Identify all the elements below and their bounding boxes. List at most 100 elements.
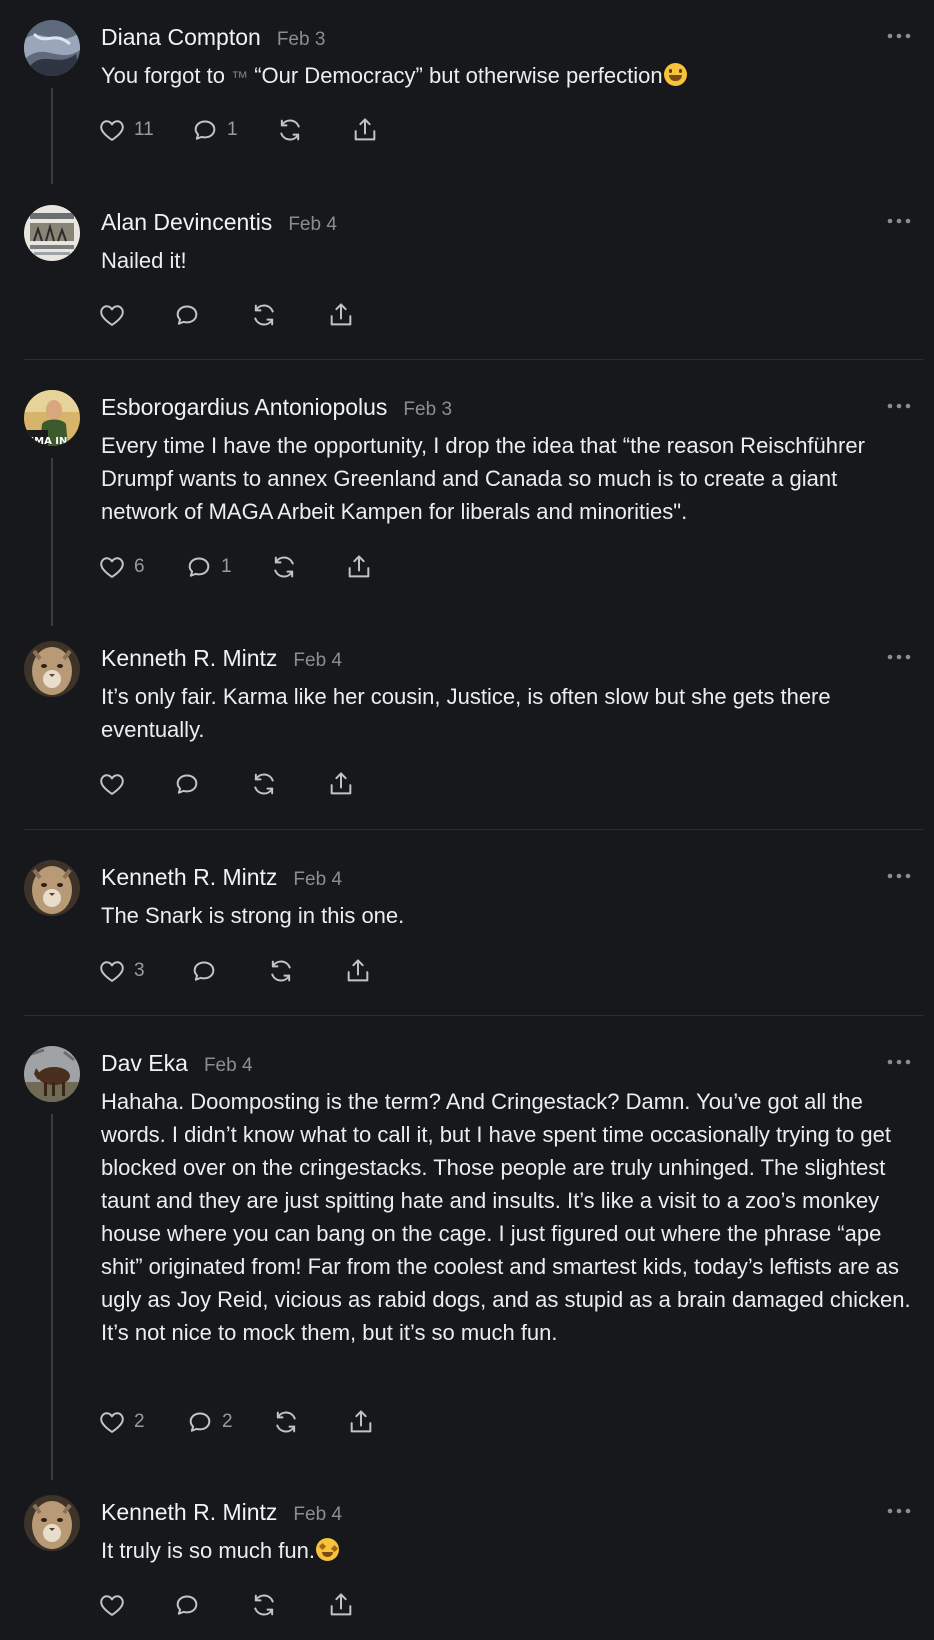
author-name[interactable]: Esborogardius Antoniopolus xyxy=(101,394,387,421)
more-options-icon[interactable] xyxy=(882,862,916,890)
restack-button[interactable] xyxy=(250,1588,278,1622)
reply-button[interactable]: 2 xyxy=(186,1405,233,1439)
comment-date[interactable]: Feb 3 xyxy=(403,399,452,421)
share-icon xyxy=(351,116,379,144)
comment-icon xyxy=(173,770,201,798)
restack-button[interactable] xyxy=(270,550,298,584)
avatar[interactable] xyxy=(24,641,80,697)
comment-text-part: “Our Democracy” but otherwise perfection xyxy=(248,63,663,88)
comment-text: It’s only fair. Karma like her cousin, J… xyxy=(101,684,831,742)
share-button[interactable] xyxy=(351,113,379,147)
restack-button[interactable] xyxy=(272,1405,300,1439)
comment-date[interactable]: Feb 3 xyxy=(277,29,326,51)
share-icon xyxy=(327,301,355,329)
comment-text-part: It truly is so much fun. xyxy=(101,1538,315,1563)
comment-icon xyxy=(186,1408,214,1436)
share-icon xyxy=(345,553,373,581)
restack-button[interactable] xyxy=(267,954,295,988)
thread-line xyxy=(51,88,53,184)
heart-icon xyxy=(98,770,126,798)
restack-button[interactable] xyxy=(250,767,278,801)
star-struck-emoji-icon xyxy=(315,1538,339,1561)
author-name[interactable]: Kenneth R. Mintz xyxy=(101,645,277,672)
like-button[interactable]: 6 xyxy=(98,550,145,584)
comment-text: Every time I have the opportunity, I dro… xyxy=(101,433,865,524)
author-name[interactable]: Dav Eka xyxy=(101,1050,188,1077)
restack-icon xyxy=(250,770,278,798)
share-icon xyxy=(347,1408,375,1436)
restack-button[interactable] xyxy=(250,298,278,332)
comment-divider xyxy=(24,359,924,360)
comment-date[interactable]: Feb 4 xyxy=(293,650,342,672)
comment-text: You forgot to ™ “Our Democracy” but othe… xyxy=(101,59,918,94)
trademark-symbol: ™ xyxy=(231,68,249,87)
comment-icon xyxy=(191,116,219,144)
author-name[interactable]: Diana Compton xyxy=(101,24,261,51)
share-button[interactable] xyxy=(327,1588,355,1622)
comment-header: Alan Devincentis Feb 4 xyxy=(101,209,337,237)
laughing-emoji-icon xyxy=(663,63,687,86)
reply-button[interactable] xyxy=(173,1588,201,1622)
like-button[interactable] xyxy=(98,767,126,801)
reply-button[interactable] xyxy=(173,767,201,801)
comment-text: It truly is so much fun. xyxy=(101,1534,918,1567)
comment-text: Nailed it! xyxy=(101,248,187,273)
share-button[interactable] xyxy=(345,550,373,584)
more-options-icon[interactable] xyxy=(882,643,916,671)
comment: Kenneth R. Mintz Feb 4 It’s only fair. K… xyxy=(0,621,934,829)
author-name[interactable]: Kenneth R. Mintz xyxy=(101,1499,277,1526)
more-options-icon[interactable] xyxy=(882,392,916,420)
comment: Alan Devincentis Feb 4 Nailed it! xyxy=(0,185,934,359)
more-options-icon[interactable] xyxy=(882,22,916,50)
comment-date[interactable]: Feb 4 xyxy=(293,869,342,891)
reply-button[interactable] xyxy=(190,954,218,988)
comment: Diana Compton Feb 3 You forgot to ™ “Our… xyxy=(0,0,934,184)
restack-icon xyxy=(272,1408,300,1436)
share-icon xyxy=(344,957,372,985)
like-button[interactable]: 2 xyxy=(98,1405,145,1439)
comment-date[interactable]: Feb 4 xyxy=(293,1504,342,1526)
reply-button[interactable]: 1 xyxy=(185,550,232,584)
author-name[interactable]: Alan Devincentis xyxy=(101,209,272,236)
share-button[interactable] xyxy=(327,767,355,801)
comment-header: Kenneth R. Mintz Feb 4 xyxy=(101,645,342,673)
comment-date[interactable]: Feb 4 xyxy=(288,214,337,236)
heart-icon xyxy=(98,1408,126,1436)
heart-icon xyxy=(98,1591,126,1619)
comment-icon xyxy=(190,957,218,985)
more-options-icon[interactable] xyxy=(882,207,916,235)
share-icon xyxy=(327,770,355,798)
more-options-icon[interactable] xyxy=(882,1497,916,1525)
avatar[interactable] xyxy=(24,1495,80,1551)
comment: Kenneth R. Mintz Feb 4 It truly is so mu… xyxy=(0,1475,934,1640)
avatar[interactable] xyxy=(24,860,80,916)
avatar[interactable] xyxy=(24,205,80,261)
reply-count: 1 xyxy=(221,556,232,577)
share-button[interactable] xyxy=(344,954,372,988)
like-button[interactable]: 3 xyxy=(98,954,145,988)
avatar[interactable]: UMA IN xyxy=(24,390,80,446)
restack-button[interactable] xyxy=(276,113,304,147)
share-button[interactable] xyxy=(347,1405,375,1439)
author-name[interactable]: Kenneth R. Mintz xyxy=(101,864,277,891)
like-button[interactable]: 11 xyxy=(98,113,154,147)
restack-icon xyxy=(270,553,298,581)
comment-header: Kenneth R. Mintz Feb 4 xyxy=(101,1499,342,1527)
avatar[interactable] xyxy=(24,1046,80,1102)
comment-date[interactable]: Feb 4 xyxy=(204,1055,253,1077)
comment-header: Dav Eka Feb 4 xyxy=(101,1050,253,1078)
reply-button[interactable] xyxy=(173,298,201,332)
comment-header: Diana Compton Feb 3 xyxy=(101,24,325,52)
heart-icon xyxy=(98,301,126,329)
like-button[interactable] xyxy=(98,1588,126,1622)
more-options-icon[interactable] xyxy=(882,1048,916,1076)
like-button[interactable] xyxy=(98,298,126,332)
reply-button[interactable]: 1 xyxy=(191,113,238,147)
share-button[interactable] xyxy=(327,298,355,332)
like-count: 3 xyxy=(134,960,145,981)
avatar[interactable] xyxy=(24,20,80,76)
comment-icon xyxy=(173,301,201,329)
heart-icon xyxy=(98,553,126,581)
comment-divider xyxy=(24,829,924,830)
reply-count: 2 xyxy=(222,1411,233,1432)
